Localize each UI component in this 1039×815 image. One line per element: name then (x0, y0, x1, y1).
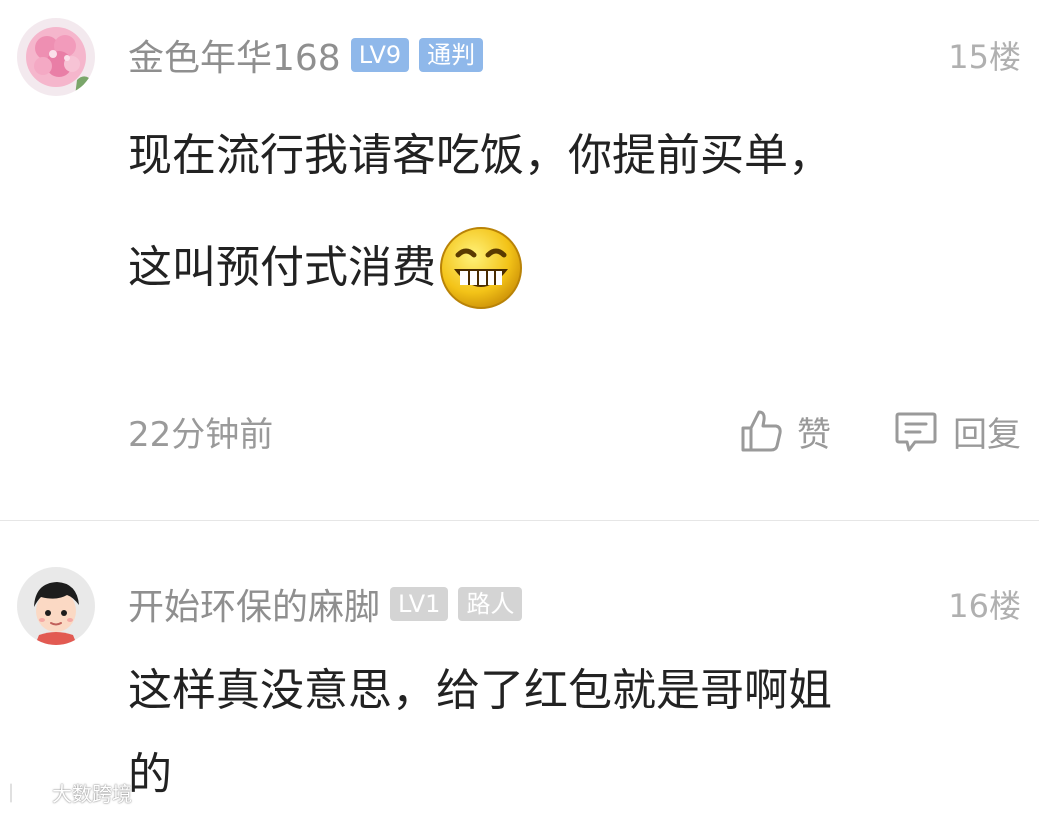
like-button[interactable]: 赞 (739, 407, 831, 456)
content-line: 这样真没意思，给了红包就是哥啊姐 (128, 665, 832, 716)
timestamp: 22分钟前 (128, 414, 274, 455)
content-line: 的 (128, 749, 172, 800)
avatar[interactable] (17, 18, 95, 96)
content-line: 这叫预付式消费 (128, 242, 436, 293)
watermark-text: 大数跨境 (52, 782, 132, 806)
watermark-logo-icon (9, 782, 46, 803)
comment-bubble-icon (895, 412, 937, 452)
comment-content: 现在流行我请客吃饭，你提前买单， 这叫预付式消费 (128, 100, 979, 324)
floor-number: 16楼 (948, 587, 1021, 625)
floor-number: 15楼 (948, 38, 1021, 76)
reply-label: 回复 (953, 414, 1021, 455)
content-line-with-emoji: 这叫预付式消费 (128, 212, 979, 324)
level-badge: LV1 (390, 587, 449, 621)
level-badge: LV9 (350, 38, 410, 72)
thumbs-up-icon (741, 410, 782, 452)
comment-meta: 22分钟前 赞 回复 (128, 406, 1021, 456)
watermark: 大数跨境 (8, 778, 132, 807)
comment-item: 金色年华168 LV9 通判 15楼 现在流行我请客吃饭，你提前买单， 这叫预付… (0, 0, 1039, 520)
comment-content: 这样真没意思，给了红包就是哥啊姐 的 (128, 649, 979, 815)
title-badge: 通判 (419, 38, 484, 72)
like-label: 赞 (797, 414, 831, 455)
username[interactable]: 金色年华168 (128, 29, 341, 81)
avatar[interactable] (17, 567, 95, 645)
grinning-face-icon (438, 225, 524, 311)
title-badge: 路人 (458, 587, 523, 621)
username[interactable]: 开始环保的麻脚 (128, 578, 380, 630)
reply-button[interactable]: 回复 (893, 407, 1021, 456)
content-line: 现在流行我请客吃饭，你提前买单， (128, 130, 832, 181)
comment-header: 金色年华168 LV9 通判 15楼 (128, 29, 1021, 81)
comment-header: 开始环保的麻脚 LV1 路人 16楼 (128, 578, 1021, 630)
comment-item: 开始环保的麻脚 LV1 路人 16楼 这样真没意思，给了红包就是哥啊姐 的 (0, 521, 1039, 815)
